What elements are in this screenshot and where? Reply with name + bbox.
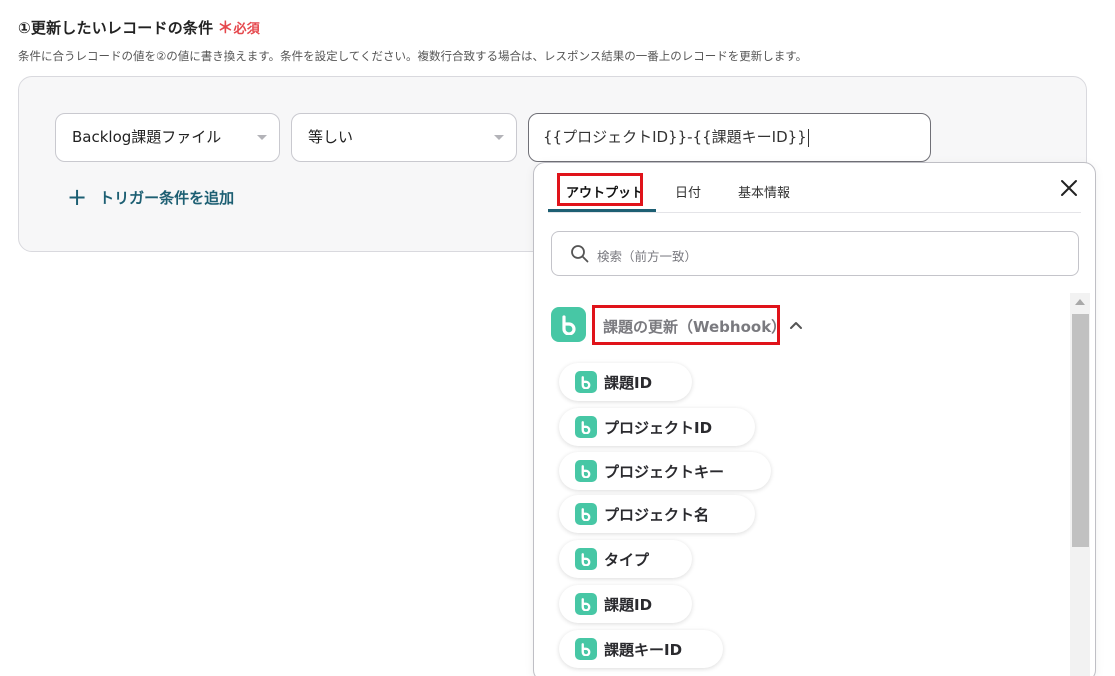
scroll-up-arrow-icon[interactable] [1075,299,1085,305]
text-cursor [807,128,809,147]
required-star: ＊ [217,18,234,37]
output-chip-label: タイプ [604,550,650,569]
field-select-value: Backlog課題ファイル [72,128,222,146]
output-chip[interactable]: プロジェクトキー [559,452,771,490]
active-tab-indicator [548,209,656,212]
highlight-box-tab [557,173,643,206]
required-label: 必須 [233,22,260,37]
add-trigger-button[interactable]: + トリガー条件を追加 [67,185,234,209]
output-chip-label: 課題ID [604,373,653,392]
output-chip-label: 課題ID [604,595,653,614]
backlog-logo-icon [575,416,597,438]
value-input-text: {{プロジェクトID}}-{{課題キーID}} [543,128,807,146]
backlog-logo-icon [575,503,597,525]
output-chip-label: プロジェクトID [604,418,713,437]
output-chip-label: 課題キーID [604,640,683,659]
section-description: 条件に合うレコードの値を②の値に書き換えます。条件を設定してください。複数行合致… [18,49,808,63]
backlog-logo-icon [575,371,597,393]
plus-icon: + [67,183,88,211]
backlog-logo-icon [551,307,586,342]
output-chip[interactable]: プロジェクトID [559,408,755,446]
section-title: ①更新したいレコードの条件 ＊必須 [18,14,260,38]
group-header[interactable] [551,307,586,342]
field-select[interactable]: Backlog課題ファイル [55,113,280,162]
search-icon [571,245,589,263]
output-chip[interactable]: プロジェクト名 [559,495,755,533]
group-title[interactable]: 課題の更新（Webhook） [603,316,786,337]
scrollbar-thumb[interactable] [1072,314,1089,547]
backlog-logo-icon [575,638,597,660]
section-title-text: ①更新したいレコードの条件 [18,19,214,37]
tab-date[interactable]: 日付 [675,182,701,201]
search-input[interactable]: 検索（前方一致） [551,231,1079,276]
output-chip[interactable]: タイプ [559,540,692,578]
output-chip-label: プロジェクトキー [604,462,725,481]
operator-select[interactable]: 等しい [291,113,517,162]
output-chip-label: プロジェクト名 [604,505,710,524]
chevron-up-icon[interactable] [789,319,803,331]
output-chip[interactable]: 課題ID [559,585,692,623]
backlog-logo-icon [575,548,597,570]
output-chip[interactable]: 課題ID [559,363,692,401]
required-badge: ＊必須 [217,18,260,37]
backlog-logo-icon [575,593,597,615]
search-placeholder: 検索（前方一致） [597,249,698,264]
close-icon[interactable] [1059,178,1079,198]
add-trigger-label: トリガー条件を追加 [99,188,235,207]
operator-select-value: 等しい [308,128,354,146]
value-input[interactable]: {{プロジェクトID}}-{{課題キーID}} [528,113,931,162]
output-chip[interactable]: 課題キーID [559,630,723,668]
chevron-down-icon [257,135,267,140]
chevron-down-icon [494,135,504,140]
backlog-logo-icon [575,460,597,482]
tab-basic-info[interactable]: 基本情報 [738,182,790,201]
